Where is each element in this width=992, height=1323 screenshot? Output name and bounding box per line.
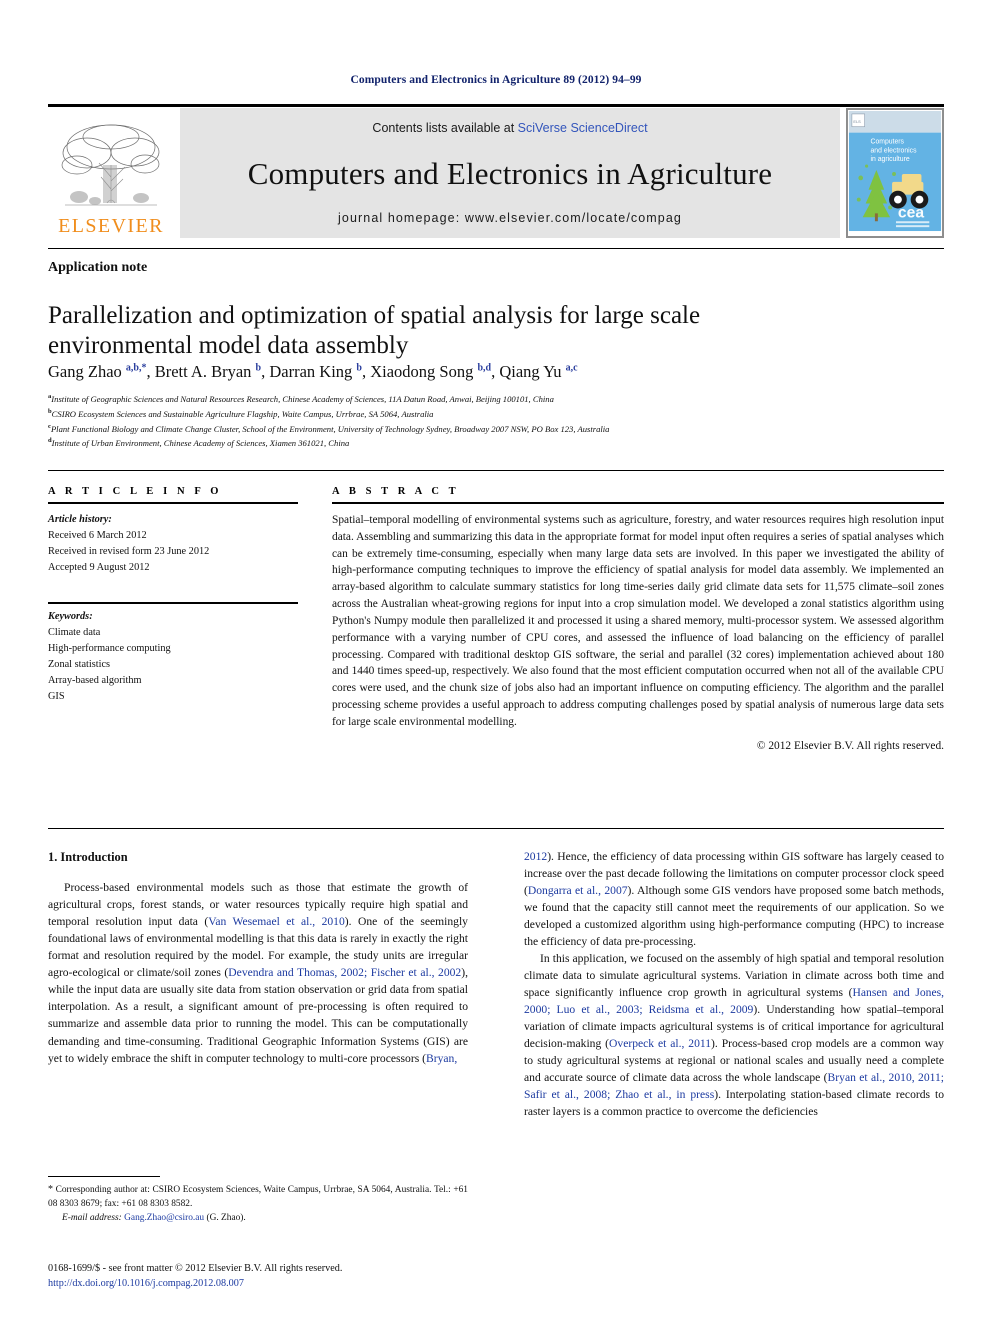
history-item-2: Accepted 9 August 2012: [48, 561, 150, 573]
svg-text:ELS: ELS: [853, 119, 861, 124]
abstract-block: Spatial–temporal modelling of environmen…: [332, 512, 944, 754]
affiliation-list: aInstitute of Geographic Sciences and Na…: [48, 392, 938, 451]
article-history-label: Article history:: [48, 514, 112, 525]
journal-title: Computers and Electronics in Agriculture: [247, 155, 773, 191]
body-column-left: 1. Introduction Process-based environmen…: [48, 848, 468, 1067]
journal-cover-thumbnail[interactable]: ELS Computers and electronics in agricul…: [846, 108, 944, 238]
doi-link[interactable]: http://dx.doi.org/10.1016/j.compag.2012.…: [48, 1277, 518, 1292]
running-head: Computers and Electronics in Agriculture…: [350, 74, 642, 86]
rule-under-info-heading: [48, 502, 298, 504]
rule-above-body: [48, 828, 944, 829]
abstract-heading: A B S T R A C T: [332, 486, 460, 497]
masthead-center: Contents lists available at SciVerse Sci…: [180, 108, 840, 238]
svg-text:Computers: Computers: [871, 138, 905, 145]
rule-under-abstract-heading: [332, 502, 944, 504]
elsevier-wordmark: ELSEVIER: [58, 215, 164, 237]
intro-paragraph-2: In this application, we focused on the a…: [524, 952, 945, 1119]
affiliation-item: bCSIRO Ecosystem Sciences and Sustainabl…: [48, 407, 434, 419]
body-column-right: 2012). Hence, the efficiency of data pro…: [524, 848, 944, 1121]
imprint-block: 0168-1699/$ - see front matter © 2012 El…: [48, 1262, 518, 1292]
keywords-block: Keywords: Climate data High-performance …: [48, 601, 298, 705]
svg-text:cea: cea: [898, 204, 924, 221]
intro-paragraph-1: Process-based environmental models such …: [48, 881, 468, 1065]
footnote-rule: [48, 1176, 160, 1177]
keyword-4: GIS: [48, 690, 65, 702]
keywords-label: Keywords:: [48, 610, 93, 622]
abstract-copyright: © 2012 Elsevier B.V. All rights reserved…: [756, 739, 944, 752]
keyword-1: High-performance computing: [48, 642, 171, 654]
rule-above-info: [48, 470, 944, 471]
footnote-block: * Corresponding author at: CSIRO Ecosyst…: [48, 1182, 468, 1225]
masthead-top-rule: [48, 104, 944, 107]
article-type-label: Application note: [48, 260, 148, 275]
journal-cover-art: ELS Computers and electronics in agricul…: [847, 109, 943, 237]
history-item-1: Received in revised form 23 June 2012: [48, 545, 210, 557]
paper-page: Computers and Electronics in Agriculture…: [0, 0, 992, 1323]
intro-paragraph-1-continued: 2012). Hence, the efficiency of data pro…: [524, 850, 944, 949]
elsevier-logo: ELSEVIER: [48, 108, 174, 238]
elsevier-tree-icon: [61, 124, 160, 206]
corresponding-author-note: * Corresponding author at: CSIRO Ecosyst…: [48, 1184, 468, 1210]
svg-text:in agriculture: in agriculture: [871, 156, 910, 163]
affiliation-item: cPlant Functional Biology and Climate Ch…: [48, 422, 610, 434]
contents-available-line: Contents lists available at SciVerse Sci…: [372, 121, 647, 135]
issn-front-matter: 0168-1699/$ - see front matter © 2012 El…: [48, 1263, 343, 1274]
affiliation-item: dInstitute of Urban Environment, Chinese…: [48, 437, 350, 449]
rule-above-article-head: [48, 248, 944, 249]
rule-above-keywords: [48, 601, 298, 604]
article-info-heading: A R T I C L E I N F O: [48, 486, 223, 497]
journal-homepage-link[interactable]: journal homepage: www.elsevier.com/locat…: [338, 211, 682, 225]
article-info-block: Article history: Received 6 March 2012 R…: [48, 512, 298, 705]
email-note: E-mail address: Gang.Zhao@csiro.au (G. Z…: [62, 1213, 246, 1224]
affiliation-item: aInstitute of Geographic Sciences and Na…: [48, 393, 554, 404]
sciencedirect-link[interactable]: SciVerse ScienceDirect: [518, 121, 648, 135]
keyword-2: Zonal statistics: [48, 658, 111, 670]
contents-prefix: Contents lists available at: [372, 121, 518, 135]
author-list: Gang Zhao a,b,*, Brett A. Bryan b, Darra…: [48, 362, 578, 381]
history-item-0: Received 6 March 2012: [48, 529, 147, 541]
section-heading-introduction: 1. Introduction: [48, 850, 128, 864]
page-title: Parallelization and optimization of spat…: [48, 301, 701, 360]
svg-text:and electronics: and electronics: [871, 147, 918, 154]
journal-masthead: ELSEVIER Contents lists available at Sci…: [48, 104, 944, 238]
keyword-0: Climate data: [48, 626, 101, 638]
abstract-text: Spatial–temporal modelling of environmen…: [332, 514, 944, 728]
keyword-3: Array-based algorithm: [48, 674, 142, 686]
